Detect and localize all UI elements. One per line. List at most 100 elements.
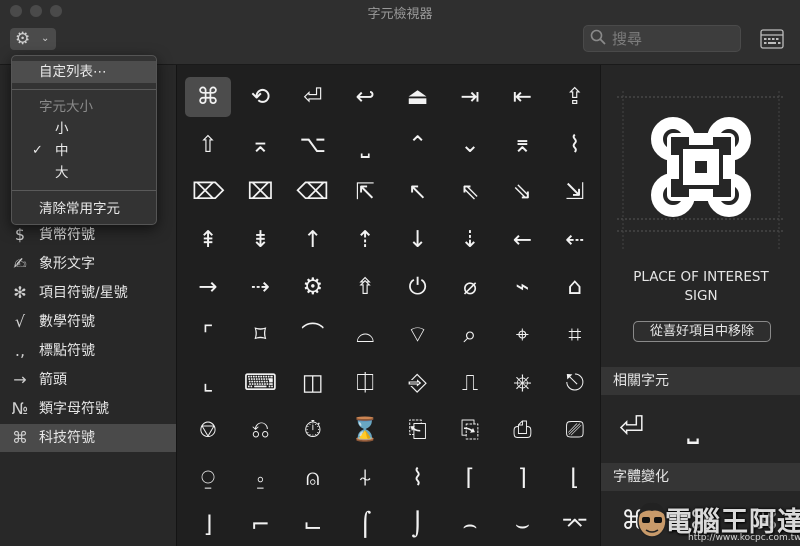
grid-cell-selected[interactable]: ⌘ — [185, 77, 231, 117]
menu-item-size-medium[interactable]: ✓ 中 — [12, 140, 156, 162]
grid-cell[interactable]: ⇮ — [342, 267, 388, 307]
grid-cell[interactable]: ⎈ — [499, 363, 545, 403]
grid-cell[interactable]: ⎚ — [552, 410, 598, 450]
remove-favorite-button[interactable]: 從喜好項目中移除 — [633, 321, 771, 342]
grid-cell[interactable]: ⎘ — [447, 410, 493, 450]
grid-cell[interactable]: ⌞ — [185, 363, 231, 403]
grid-cell[interactable]: ⌧ — [237, 172, 283, 212]
grid-cell[interactable]: ⇣ — [447, 220, 493, 260]
grid-cell[interactable]: ⌃ — [395, 125, 441, 165]
grid-cell[interactable]: ⎊ — [185, 410, 231, 450]
sidebar-item-bullets-stars[interactable]: ✻ 項目符號/星號 — [0, 279, 176, 307]
sidebar-item-arrows[interactable]: → 箭頭 — [0, 366, 176, 394]
grid-cell[interactable]: ↑ — [290, 220, 336, 260]
grid-cell[interactable]: ⏏ — [395, 77, 441, 117]
sidebar-item-technical[interactable]: ⌘ 科技符號 — [0, 424, 176, 452]
grid-cell[interactable]: ⇪ — [552, 77, 598, 117]
grid-cell[interactable]: ⌉ — [499, 458, 545, 498]
grid-cell[interactable]: ⌨ — [237, 363, 283, 403]
grid-cell[interactable]: ⌁ — [499, 267, 545, 307]
grid-cell[interactable]: ⌕ — [447, 315, 493, 355]
sidebar-item-punctuation[interactable]: ., 標點符號 — [0, 337, 176, 365]
grid-cell[interactable]: ⌤ — [552, 505, 598, 545]
related-char-return[interactable]: ⏎ — [619, 408, 644, 448]
grid-cell[interactable]: ⎙ — [499, 410, 545, 450]
grid-cell[interactable]: ⍝ — [290, 458, 336, 498]
grid-cell[interactable]: ⇞ — [185, 220, 231, 260]
grid-cell[interactable]: ⇱ — [342, 172, 388, 212]
grid-cell[interactable]: ⎍ — [447, 363, 493, 403]
grid-cell[interactable]: ⌗ — [552, 315, 598, 355]
grid-cell[interactable]: ⌀ — [447, 267, 493, 307]
grid-cell[interactable]: ⇥ — [447, 77, 493, 117]
grid-cell[interactable]: ⌅ — [237, 125, 283, 165]
sidebar-item-letterlike[interactable]: № 類字母符號 — [0, 395, 176, 423]
related-char-space[interactable]: ⎵ — [687, 408, 699, 448]
grid-cell[interactable]: ⎋ — [552, 363, 598, 403]
grid-cell[interactable]: ⌢ — [447, 505, 493, 545]
grid-cell[interactable]: ↖ — [395, 172, 441, 212]
grid-cell[interactable]: ⌄ — [447, 125, 493, 165]
grid-cell[interactable]: ◫ — [290, 363, 336, 403]
grid-cell[interactable]: ⌖ — [499, 315, 545, 355]
grid-cell[interactable]: ⌜ — [185, 315, 231, 355]
grid-cell[interactable]: ⎵ — [342, 125, 388, 165]
sidebar-item-currency[interactable]: $ 貨幣符號 — [0, 221, 176, 249]
grid-cell[interactable]: ⌐ — [237, 505, 283, 545]
grid-cell[interactable]: ← — [499, 220, 545, 260]
grid-cell[interactable]: ⌇ — [395, 458, 441, 498]
grid-cell[interactable]: ⇘ — [499, 172, 545, 212]
menu-item-size-small[interactable]: 小 — [12, 118, 156, 140]
grid-cell[interactable]: ⇖ — [447, 172, 493, 212]
grid-cell[interactable]: ↩ — [342, 77, 388, 117]
grid-cell[interactable]: ⇢ — [237, 267, 283, 307]
grid-cell[interactable]: ⌆ — [499, 125, 545, 165]
grid-cell[interactable]: ⌂ — [552, 267, 598, 307]
grid-cell[interactable]: ⇠ — [552, 220, 598, 260]
grid-cell[interactable]: ⌦ — [185, 172, 231, 212]
menu-item-clear-frequent[interactable]: 清除常用字元 — [12, 198, 156, 220]
grid-cell[interactable]: ⌥ — [290, 125, 336, 165]
sidebar-item-pictographs[interactable]: ✍ 象形文字 — [0, 250, 176, 278]
grid-cell[interactable]: ↓ — [395, 220, 441, 260]
grid-cell[interactable]: ⚙ — [290, 267, 336, 307]
grid-cell[interactable]: ⌫ — [290, 172, 336, 212]
grid-cell[interactable]: ⎅ — [342, 363, 388, 403]
grid-cell[interactable]: ⏎ — [290, 77, 336, 117]
menu-item-size-large[interactable]: 大 — [12, 162, 156, 184]
grid-cell[interactable]: ⏱ — [290, 410, 336, 450]
grid-cell[interactable]: ⌔ — [395, 315, 441, 355]
grid-cell[interactable]: ⌈ — [447, 458, 493, 498]
grid-cell[interactable]: ⌊ — [552, 458, 598, 498]
grid-cell[interactable]: ⌛ — [342, 410, 388, 450]
grid-cell[interactable]: ⇲ — [552, 172, 598, 212]
grid-cell[interactable]: ⌙ — [290, 505, 336, 545]
grid-cell[interactable]: ⍭ — [342, 458, 388, 498]
grid-cell[interactable]: ⌓ — [342, 315, 388, 355]
grid-cell[interactable]: ⎆ — [395, 363, 441, 403]
grid-cell[interactable]: ⌒ — [290, 315, 336, 355]
grid-cell[interactable]: ⍜ — [185, 458, 231, 498]
grid-cell[interactable]: ⇟ — [237, 220, 283, 260]
grid-cell[interactable]: ⌠ — [342, 505, 388, 545]
grid-cell[interactable]: ⌑ — [237, 315, 283, 355]
menu-item-customize-list[interactable]: 自定列表⋯ — [12, 61, 156, 83]
action-menu-button[interactable]: ⚙ ⌄ — [10, 28, 56, 50]
grid-cell[interactable]: ⎌ — [237, 410, 283, 450]
grid-cell[interactable]: ⟲ — [237, 77, 283, 117]
search-field[interactable] — [583, 25, 741, 52]
grid-cell[interactable]: ⌋ — [185, 505, 231, 545]
grid-cell[interactable]: ⌣ — [499, 505, 545, 545]
grid-cell[interactable]: ⇡ — [342, 220, 388, 260]
grid-cell[interactable]: → — [185, 267, 231, 307]
search-input[interactable] — [612, 29, 732, 48]
grid-cell[interactable]: ⇤ — [499, 77, 545, 117]
sidebar-item-math[interactable]: √ 數學符號 — [0, 308, 176, 336]
grid-cell[interactable]: ⍛ — [237, 458, 283, 498]
grid-cell[interactable]: ⇧ — [185, 125, 231, 165]
grid-cell[interactable]: ⏻ — [395, 267, 441, 307]
grid-cell[interactable]: ⎗ — [395, 410, 441, 450]
grid-cell[interactable]: ⌡ — [395, 505, 441, 545]
grid-cell[interactable]: ⌇ — [552, 125, 598, 165]
keyboard-viewer-icon[interactable] — [759, 28, 785, 50]
